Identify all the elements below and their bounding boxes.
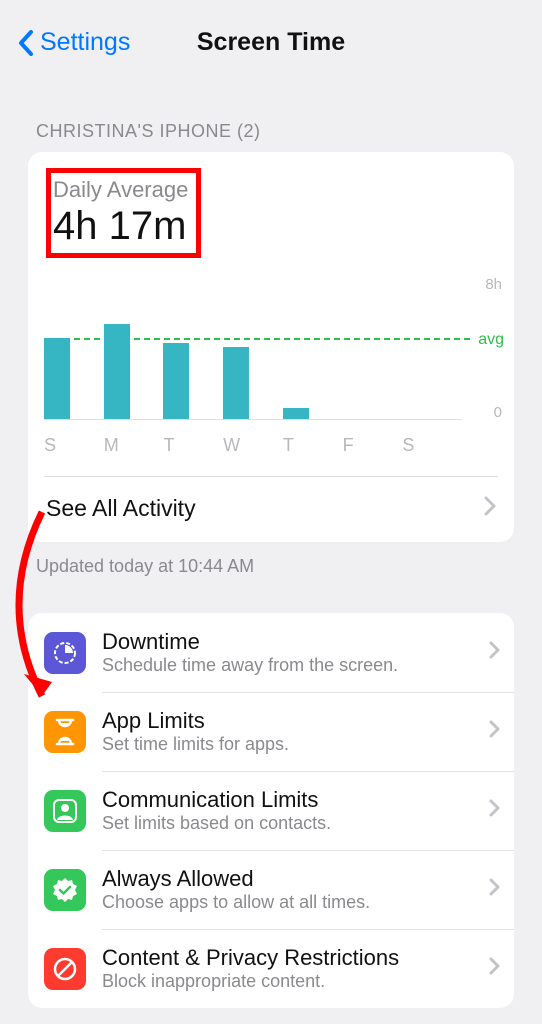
- day-label: M: [104, 429, 164, 456]
- chevron-right-icon: [489, 641, 500, 664]
- bar-col: [283, 408, 343, 419]
- see-all-activity-label: See All Activity: [46, 495, 196, 522]
- no-entry-icon: [44, 948, 86, 990]
- usage-chart: 8h 0 avg SMTWTFS: [44, 276, 498, 456]
- usage-bar: [283, 408, 309, 419]
- option-text: Always AllowedChoose apps to allow at al…: [102, 866, 483, 913]
- daily-average-label: Daily Average: [53, 177, 188, 203]
- option-row-app-limits[interactable]: App LimitsSet time limits for apps.: [28, 692, 514, 771]
- usage-bar: [223, 347, 249, 419]
- chevron-left-icon: [18, 30, 34, 56]
- section-label: CHRISTINA'S IPHONE (2): [0, 73, 542, 152]
- day-label: W: [223, 429, 283, 456]
- bar-col: [44, 338, 104, 419]
- chevron-right-icon: [489, 799, 500, 822]
- y-min-label: 0: [494, 404, 502, 421]
- nav-bar: Settings Screen Time: [0, 0, 542, 73]
- option-subtitle: Set limits based on contacts.: [102, 813, 483, 834]
- option-title: Communication Limits: [102, 787, 483, 813]
- option-subtitle: Block inappropriate content.: [102, 971, 483, 992]
- hourglass-icon: [44, 711, 86, 753]
- avg-line-label: avg: [478, 331, 504, 349]
- options-list: DowntimeSchedule time away from the scre…: [28, 613, 514, 1008]
- updated-label: Updated today at 10:44 AM: [0, 542, 542, 577]
- option-text: App LimitsSet time limits for apps.: [102, 708, 483, 755]
- see-all-activity-row[interactable]: See All Activity: [28, 477, 514, 542]
- option-text: DowntimeSchedule time away from the scre…: [102, 629, 483, 676]
- option-row-always-allowed[interactable]: Always AllowedChoose apps to allow at al…: [28, 850, 514, 929]
- option-row-content-privacy-restrictions[interactable]: Content & Privacy RestrictionsBlock inap…: [28, 929, 514, 1008]
- clock-half-icon: [44, 632, 86, 674]
- chevron-right-icon: [489, 720, 500, 743]
- option-subtitle: Set time limits for apps.: [102, 734, 483, 755]
- chevron-right-icon: [489, 878, 500, 901]
- option-title: App Limits: [102, 708, 483, 734]
- option-title: Content & Privacy Restrictions: [102, 945, 483, 971]
- day-label: T: [283, 429, 343, 456]
- chevron-right-icon: [484, 495, 496, 522]
- option-text: Communication LimitsSet limits based on …: [102, 787, 483, 834]
- usage-bar: [104, 324, 130, 419]
- chevron-right-icon: [489, 957, 500, 980]
- daily-average-highlight: Daily Average 4h 17m: [46, 168, 201, 258]
- usage-bar: [163, 343, 189, 419]
- back-label: Settings: [40, 28, 130, 57]
- back-button[interactable]: Settings: [18, 28, 130, 57]
- daily-average-value: 4h 17m: [53, 203, 188, 249]
- contact-icon: [44, 790, 86, 832]
- bar-col: [223, 347, 283, 419]
- day-label: T: [163, 429, 223, 456]
- bar-col: [163, 343, 223, 419]
- usage-bar: [44, 338, 70, 419]
- day-label: S: [44, 429, 104, 456]
- option-row-downtime[interactable]: DowntimeSchedule time away from the scre…: [28, 613, 514, 692]
- check-badge-icon: [44, 869, 86, 911]
- option-row-communication-limits[interactable]: Communication LimitsSet limits based on …: [28, 771, 514, 850]
- option-title: Downtime: [102, 629, 483, 655]
- day-label: F: [343, 429, 403, 456]
- bar-col: [104, 324, 164, 419]
- summary-card: Daily Average 4h 17m 8h 0 avg SMTWTFS Se…: [28, 152, 514, 542]
- day-label: S: [402, 429, 462, 456]
- option-title: Always Allowed: [102, 866, 483, 892]
- option-subtitle: Schedule time away from the screen.: [102, 655, 483, 676]
- y-max-label: 8h: [485, 276, 502, 293]
- option-text: Content & Privacy RestrictionsBlock inap…: [102, 945, 483, 992]
- option-subtitle: Choose apps to allow at all times.: [102, 892, 483, 913]
